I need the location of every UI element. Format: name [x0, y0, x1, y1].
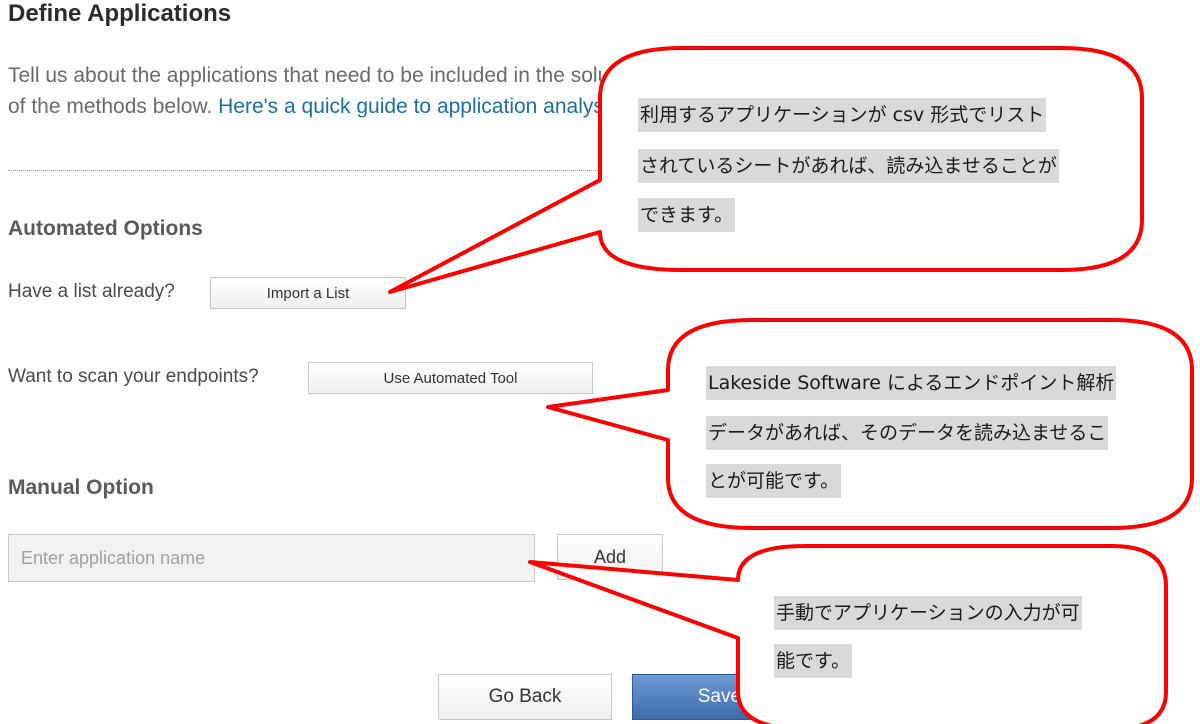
- callout-2-line-3: とが可能です。: [706, 464, 842, 498]
- import-list-button[interactable]: Import a List: [210, 277, 406, 309]
- scan-label: Want to scan your endpoints?: [8, 366, 259, 387]
- application-name-input[interactable]: [8, 534, 535, 582]
- use-automated-tool-button[interactable]: Use Automated Tool: [308, 362, 593, 394]
- callout-1-line-3: できます。: [638, 198, 736, 232]
- manual-option-title: Manual Option: [8, 476, 154, 499]
- section-divider: [8, 170, 698, 171]
- save-continue-button[interactable]: Save & Continue: [632, 674, 906, 720]
- callout-3-line-2: 能です。: [774, 644, 853, 678]
- callout-2-line-1: Lakeside Software によるエンドポイント解析: [706, 366, 1117, 400]
- automated-options-title: Automated Options: [8, 217, 203, 240]
- callout-1-line-1: 利用するアプリケーションが csv 形式でリスト: [638, 98, 1047, 132]
- callout-2-line-2: データがあれば、そのデータを読み込ませるこ: [706, 416, 1109, 450]
- callout-3-line-1: 手動でアプリケーションの入力が可: [774, 596, 1082, 630]
- go-back-button[interactable]: Go Back: [438, 674, 612, 720]
- callout-1-line-2: されているシートがあれば、読み込ませることが: [638, 149, 1059, 183]
- page-title: Define Applications: [8, 0, 232, 27]
- list-label: Have a list already?: [8, 281, 175, 302]
- add-button[interactable]: Add: [557, 534, 663, 580]
- quick-guide-link[interactable]: Here's a quick guide to application anal…: [218, 95, 619, 118]
